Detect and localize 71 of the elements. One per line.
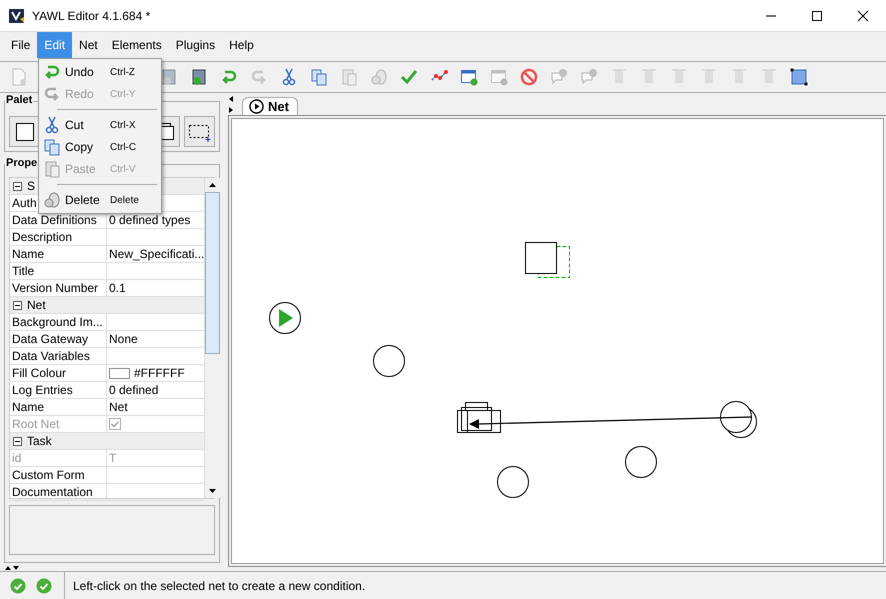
property-name: Description	[10, 229, 107, 245]
cut-icon[interactable]	[280, 68, 298, 86]
app-logo-icon	[8, 6, 26, 24]
cut-icon	[43, 116, 61, 134]
property-name: Name	[10, 246, 107, 262]
property-value: T	[109, 451, 116, 465]
menu-item[interactable]: Elements	[104, 32, 169, 58]
condition-node[interactable]	[720, 401, 757, 438]
collapse-icon[interactable]	[13, 436, 22, 446]
property-name: Documentation	[10, 484, 107, 500]
property-name: Name	[10, 399, 107, 415]
scrollbar-thumb[interactable]	[205, 192, 220, 354]
cancel-icon[interactable]	[520, 68, 538, 86]
menu-item[interactable]: Plugins	[168, 32, 222, 58]
flow-arrow[interactable]	[469, 416, 752, 429]
property-name: Root Net	[10, 416, 107, 432]
menu-entry[interactable]: Copy Ctrl-C	[39, 136, 161, 158]
condition-node[interactable]	[497, 466, 529, 498]
play-circle-icon	[249, 99, 264, 114]
window-title: YAWL Editor 4.1.684 *	[32, 8, 150, 22]
net-tab[interactable]: Net	[242, 97, 298, 115]
group-label: Net	[27, 298, 46, 312]
zoom-icon[interactable]	[790, 68, 808, 86]
property-name: Data Variables	[10, 348, 107, 364]
task-tool-button[interactable]	[9, 116, 40, 147]
collapse-arrows-icon[interactable]	[228, 95, 234, 115]
redo-icon	[43, 85, 61, 103]
color-swatch[interactable]	[109, 368, 130, 378]
validate-icon[interactable]	[400, 68, 418, 86]
maximize-icon[interactable]	[811, 10, 823, 22]
marquee-tool-button[interactable]	[184, 116, 215, 147]
property-value: 0.1	[109, 281, 126, 295]
delete-icon	[43, 191, 61, 209]
palette-title: Palet	[5, 94, 34, 106]
menu-entry[interactable]: Cut Ctrl-X	[39, 114, 161, 136]
condition-node[interactable]	[625, 446, 657, 478]
undo-icon	[43, 63, 61, 81]
collapse-icon[interactable]	[13, 300, 22, 310]
property-name: Data Gateway	[10, 331, 107, 347]
start-condition-node[interactable]	[269, 302, 301, 334]
square-icon	[14, 122, 34, 142]
property-value: 0 defined	[109, 383, 158, 397]
group-label: Task	[27, 434, 52, 448]
properties-title: Prope	[5, 157, 38, 169]
menu-entry[interactable]: Undo Ctrl-Z	[39, 61, 161, 83]
condition-node[interactable]	[373, 345, 405, 377]
property-value: None	[109, 332, 138, 346]
menu-item[interactable]: Net	[72, 32, 105, 58]
menu-item[interactable]: Help	[222, 32, 261, 58]
status-message: Left-click on the selected net to create a new condition.	[73, 578, 366, 592]
collapse-icon[interactable]	[13, 182, 22, 190]
menu-item[interactable]: File	[4, 32, 38, 58]
task-node[interactable]	[525, 242, 570, 278]
property-value: 0 defined types	[109, 213, 190, 227]
property-name: id	[10, 450, 107, 466]
undo-icon[interactable]	[220, 68, 238, 86]
property-value: Net	[109, 400, 128, 414]
copy-icon	[43, 138, 61, 156]
property-name: Custom Form	[10, 467, 107, 483]
property-value: New_Specificati...	[109, 247, 204, 261]
property-name: Background Im...	[10, 314, 107, 330]
property-name: Fill Colour	[10, 365, 107, 381]
paste-icon	[43, 160, 61, 178]
property-name: Version Number	[10, 280, 107, 296]
property-name: Title	[10, 263, 107, 279]
task-node-stack[interactable]	[457, 402, 501, 433]
copy-icon[interactable]	[310, 68, 328, 86]
group-label: S	[27, 179, 36, 193]
close-icon[interactable]	[857, 10, 869, 22]
property-value: #FFFFFF	[134, 366, 185, 380]
property-name: Log Entries	[10, 382, 107, 398]
